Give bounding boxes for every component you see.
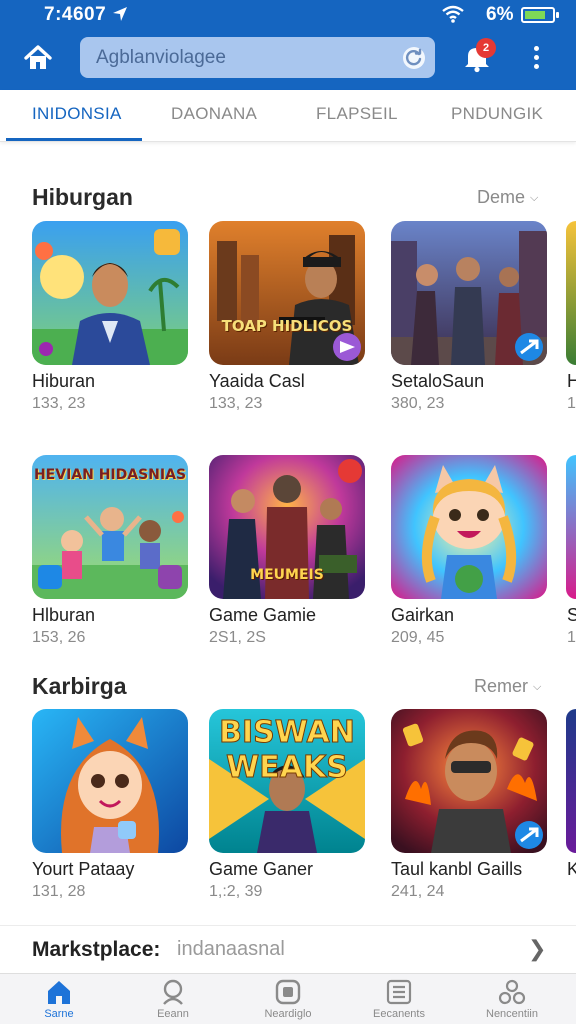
- chevron-down-icon: ⌵: [530, 191, 539, 204]
- tab-pndungik[interactable]: PNDUNGIK: [451, 104, 543, 124]
- nav-label: Sarne: [44, 1008, 74, 1020]
- app-stat: 133, 23: [32, 395, 86, 412]
- next-card-peek[interactable]: [566, 221, 576, 365]
- thumbnail-caption: HEVIAN HIDASNIAS: [33, 467, 187, 483]
- chevron-down-icon: ⌵: [533, 680, 542, 693]
- location-arrow-icon: [113, 7, 127, 21]
- circles-icon: [498, 979, 526, 1005]
- thumbnail-caption: MEUMEIS: [250, 567, 324, 583]
- status-bar: 7:4607 6%: [0, 0, 576, 30]
- section-more-link[interactable]: Remer ⌵: [474, 676, 541, 697]
- app-thumbnail[interactable]: TOAP HIDLICOS: [209, 221, 365, 365]
- app-name: Taul kanbl Gaills: [391, 859, 523, 879]
- app-card[interactable]: Hiburan 133, 23: [32, 221, 188, 412]
- list-icon: [386, 979, 412, 1005]
- search-bar[interactable]: Agblanviolagee: [80, 37, 435, 78]
- section-more-label: Remer: [474, 676, 529, 696]
- app-name: Game Gamie: [209, 605, 317, 625]
- marketplace-label: Markstplace:: [32, 938, 161, 961]
- square-app-icon: [275, 979, 301, 1005]
- nav-label: Eecanents: [373, 1008, 425, 1020]
- section-more-link[interactable]: Deme ⌵: [477, 187, 538, 208]
- home-icon[interactable]: [22, 42, 54, 74]
- tab-daonana[interactable]: DAONANA: [171, 104, 257, 124]
- battery-icon: [521, 7, 559, 23]
- refresh-icon[interactable]: [402, 46, 426, 70]
- nav-item-neardiglo[interactable]: Neardiglo: [238, 978, 338, 1020]
- thumbnail-caption: BISWAN WEAKS: [219, 715, 356, 786]
- marketplace-value: indanaasnal: [177, 938, 285, 960]
- app-card[interactable]: Taul kanbl Gaills 241, 24: [391, 709, 547, 900]
- app-card[interactable]: SetaloSaun 380, 23: [391, 221, 547, 412]
- marketplace-bar[interactable]: Markstplace: indanaasnal ❯: [0, 925, 576, 973]
- wifi-icon: [442, 5, 464, 23]
- app-stat: 380, 23: [391, 395, 445, 412]
- app-stat: 133, 23: [209, 395, 263, 412]
- app-thumbnail[interactable]: [32, 221, 188, 365]
- app-thumbnail[interactable]: [32, 709, 188, 853]
- peek-name: S: [567, 605, 576, 625]
- search-person-icon: [163, 979, 183, 1005]
- section-title: Karbirga: [32, 673, 127, 699]
- peek-name: H: [567, 371, 576, 391]
- peek-stat: 1: [567, 629, 576, 646]
- app-card[interactable]: MEUMEIS Game Gamie 2S1, 2S: [209, 455, 365, 646]
- notification-badge: 2: [476, 38, 496, 58]
- nav-label: Eeann: [157, 1008, 189, 1020]
- nav-item-home[interactable]: Sarne: [9, 978, 109, 1020]
- app-name: Gairkan: [391, 605, 455, 625]
- app-name: Hiburan: [32, 371, 96, 391]
- home-icon: [48, 981, 70, 1004]
- next-card-peek[interactable]: [566, 455, 576, 599]
- nav-item-eeann[interactable]: Eeann: [123, 978, 223, 1020]
- app-stat: 131, 28: [32, 883, 86, 900]
- app-card[interactable]: HEVIAN HIDASNIAS Hlburan 153, 26: [32, 455, 188, 646]
- notifications-button[interactable]: 2: [460, 38, 496, 74]
- nav-label: Neardiglo: [264, 1008, 312, 1020]
- app-card[interactable]: BISWAN WEAKS Game Ganer 1,:2, 39: [209, 709, 365, 900]
- nav-item-eecanents[interactable]: Eecanents: [349, 978, 449, 1020]
- app-thumbnail[interactable]: MEUMEIS: [209, 455, 365, 599]
- tab-indonesia[interactable]: INIDONSIA: [32, 104, 122, 124]
- active-tab-indicator: [6, 138, 142, 141]
- app-thumbnail[interactable]: [391, 709, 547, 853]
- battery-percent: 6%: [486, 4, 514, 25]
- category-tabs: INIDONSIA DAONANA FLAPSEIL PNDUNGIK: [0, 90, 576, 142]
- nav-label: Nencentiin: [486, 1008, 538, 1020]
- app-thumbnail[interactable]: [391, 221, 547, 365]
- app-stat: 1,:2, 39: [209, 883, 263, 900]
- app-card[interactable]: TOAP HIDLICOS Yaaida Casl 133, 23: [209, 221, 365, 412]
- app-card[interactable]: Gairkan 209, 45: [391, 455, 547, 646]
- app-card[interactable]: Yourt Pataay 131, 28: [32, 709, 188, 900]
- section-more-label: Deme: [477, 187, 526, 207]
- search-input[interactable]: Agblanviolagee: [96, 47, 226, 69]
- app-thumbnail[interactable]: HEVIAN HIDASNIAS: [32, 455, 188, 599]
- app-stat: 241, 24: [391, 883, 445, 900]
- bottom-navigation: Sarne Eeann Neardiglo Eecanents Nencenti…: [0, 973, 576, 1024]
- app-stat: 153, 26: [32, 629, 86, 646]
- peek-name: K: [567, 859, 576, 879]
- app-name: Yourt Pataay: [32, 859, 135, 879]
- app-name: Game Ganer: [209, 859, 314, 879]
- next-card-peek[interactable]: [566, 709, 576, 853]
- tab-flapseil[interactable]: FLAPSEIL: [316, 104, 398, 124]
- app-name: Hlburan: [32, 605, 96, 625]
- app-stat: 209, 45: [391, 629, 445, 646]
- peek-stat: 1: [567, 395, 576, 412]
- app-name: SetaloSaun: [391, 371, 485, 391]
- app-thumbnail[interactable]: BISWAN WEAKS: [209, 709, 365, 853]
- app-thumbnail[interactable]: [391, 455, 547, 599]
- nav-item-nencentiin[interactable]: Nencentiin: [462, 978, 562, 1020]
- app-name: Yaaida Casl: [209, 371, 305, 391]
- app-header: 7:4607 6% Agblanviolagee 2: [0, 0, 576, 90]
- more-options-icon[interactable]: [526, 44, 546, 72]
- section-title: Hiburgan: [32, 184, 133, 210]
- app-stat: 2S1, 2S: [209, 629, 266, 646]
- status-time: 7:4607: [44, 4, 107, 25]
- thumbnail-caption: TOAP HIDLICOS: [221, 317, 353, 335]
- chevron-right-icon[interactable]: ❯: [528, 936, 546, 962]
